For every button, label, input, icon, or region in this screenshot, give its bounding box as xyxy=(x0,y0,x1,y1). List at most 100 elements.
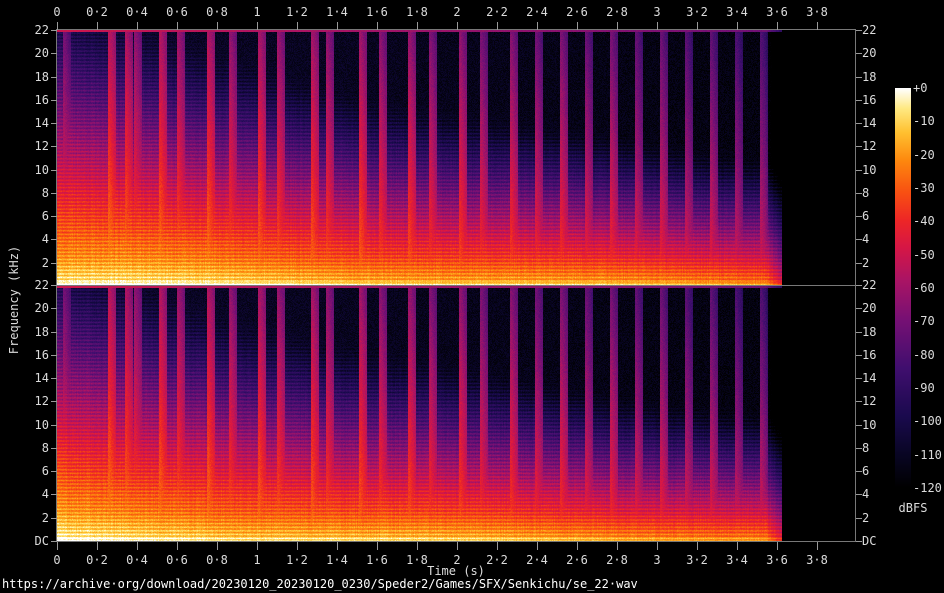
freq-tick-label-right: 4 xyxy=(862,232,870,246)
time-tick-label-bottom: 2·4 xyxy=(526,553,548,567)
time-tick-label-bottom: 3·6 xyxy=(766,553,788,567)
time-tick-top xyxy=(457,22,458,30)
colorbar-tick-label: -20 xyxy=(913,147,935,162)
time-tick-bottom xyxy=(257,542,258,550)
time-tick-label-top: 3·4 xyxy=(726,5,748,19)
freq-tick-label-right: 12 xyxy=(862,394,877,408)
time-tick-bottom xyxy=(337,542,338,550)
time-tick-label-bottom: 1 xyxy=(253,553,261,567)
freq-tick-label-right: 6 xyxy=(862,464,870,478)
freq-tick-label-right: 10 xyxy=(862,418,877,432)
freq-tick-left xyxy=(51,401,57,402)
freq-tick-label-left: 8 xyxy=(41,186,49,200)
time-tick-label-top: 3·6 xyxy=(766,5,788,19)
freq-tick-label-right: 2 xyxy=(862,256,870,270)
colorbar-tick-label: -70 xyxy=(913,314,935,329)
time-tick-label-bottom: 1·4 xyxy=(326,553,348,567)
colorbar-tick-label: -120 xyxy=(913,481,942,495)
freq-tick-label-left: 20 xyxy=(34,46,49,60)
freq-tick-left xyxy=(51,216,57,217)
freq-tick-label-right: 6 xyxy=(862,209,870,223)
time-tick-bottom xyxy=(617,542,618,550)
freq-tick-label-left: 6 xyxy=(41,209,49,223)
colorbar-tick-label: -90 xyxy=(913,381,935,395)
time-tick-label-top: 3 xyxy=(653,5,661,19)
freq-tick-left xyxy=(51,30,57,31)
freq-tick-label-left: 12 xyxy=(34,139,49,153)
time-tick-top xyxy=(177,22,178,30)
source-url-text: https://archive·org/download/20230120_20… xyxy=(2,577,638,591)
freq-tick-label-right: 20 xyxy=(862,46,877,60)
freq-tick-label-left: 22 xyxy=(34,278,49,292)
freq-tick-left xyxy=(51,494,57,495)
time-tick-label-top: 1·8 xyxy=(406,5,428,19)
freq-tick-left xyxy=(51,355,57,356)
time-tick-label-bottom: 1·6 xyxy=(366,553,388,567)
time-tick-label-top: 3·8 xyxy=(806,5,828,19)
freq-tick-label-left: 6 xyxy=(41,464,49,478)
freq-tick-left xyxy=(51,541,57,542)
time-tick-label-top: 0·8 xyxy=(206,5,228,19)
time-tick-top xyxy=(697,22,698,30)
time-tick-label-top: 0·2 xyxy=(86,5,108,19)
time-tick-label-top: 1·2 xyxy=(286,5,308,19)
time-tick-top xyxy=(777,22,778,30)
time-tick-top xyxy=(377,22,378,30)
time-tick-label-top: 0·4 xyxy=(126,5,148,19)
freq-tick-label-right: 18 xyxy=(862,325,877,339)
freq-tick-left xyxy=(51,53,57,54)
freq-tick-label-left: 12 xyxy=(34,394,49,408)
freq-tick-label-left: 16 xyxy=(34,93,49,107)
freq-tick-label-left: 18 xyxy=(34,70,49,84)
colorbar-tick-label: -30 xyxy=(913,181,935,195)
time-tick-top xyxy=(417,22,418,30)
freq-tick-label-right: 16 xyxy=(862,93,877,107)
time-tick-bottom xyxy=(57,542,58,550)
time-tick-top xyxy=(217,22,218,30)
time-tick-label-top: 2·6 xyxy=(566,5,588,19)
time-tick-bottom xyxy=(577,542,578,550)
time-tick-bottom xyxy=(657,542,658,550)
freq-tick-left xyxy=(51,193,57,194)
time-tick-label-top: 2·4 xyxy=(526,5,548,19)
freq-tick-label-left: DC xyxy=(34,534,49,548)
time-tick-bottom xyxy=(697,542,698,550)
spectrogram-channel-2-canvas xyxy=(57,286,855,541)
time-tick-label-bottom: 0·8 xyxy=(206,553,228,567)
freq-tick-left xyxy=(51,146,57,147)
time-tick-bottom xyxy=(377,542,378,550)
freq-tick-label-right: 4 xyxy=(862,487,870,501)
time-tick-top xyxy=(137,22,138,30)
freq-tick-left xyxy=(51,425,57,426)
time-tick-top xyxy=(57,22,58,30)
time-tick-label-top: 2·2 xyxy=(486,5,508,19)
freq-tick-label-left: 4 xyxy=(41,232,49,246)
time-tick-label-top: 0·6 xyxy=(166,5,188,19)
time-tick-top xyxy=(617,22,618,30)
time-tick-label-top: 1·6 xyxy=(366,5,388,19)
time-tick-label-bottom: 2 xyxy=(453,553,461,567)
freq-tick-label-right: 14 xyxy=(862,116,877,130)
time-tick-top xyxy=(257,22,258,30)
colorbar-tick-label: -10 xyxy=(913,114,935,129)
freq-tick-left xyxy=(51,471,57,472)
freq-tick-label-right: 22 xyxy=(862,278,877,292)
freq-tick-label-left: 4 xyxy=(41,487,49,501)
time-tick-bottom xyxy=(417,542,418,550)
time-tick-bottom xyxy=(457,542,458,550)
time-tick-label-bottom: 0·2 xyxy=(86,553,108,567)
spectrogram-view: Frequency (kHz) Time (s) dBFS https://ar… xyxy=(0,0,944,593)
freq-tick-left xyxy=(51,170,57,171)
freq-tick-label-right: 20 xyxy=(862,301,877,315)
freq-tick-label-right: 8 xyxy=(862,441,870,455)
freq-tick-label-left: 10 xyxy=(34,163,49,177)
colorbar-tick-label: -80 xyxy=(913,347,935,362)
time-tick-top xyxy=(537,22,538,30)
freq-tick-label-right: DC xyxy=(862,534,877,548)
time-tick-label-top: 3·2 xyxy=(686,5,708,19)
time-tick-bottom xyxy=(297,542,298,550)
colorbar-tick-label: +0 xyxy=(913,81,928,95)
time-tick-label-bottom: 2·6 xyxy=(566,553,588,567)
time-tick-label-top: 0 xyxy=(53,5,61,19)
freq-tick-left xyxy=(51,123,57,124)
